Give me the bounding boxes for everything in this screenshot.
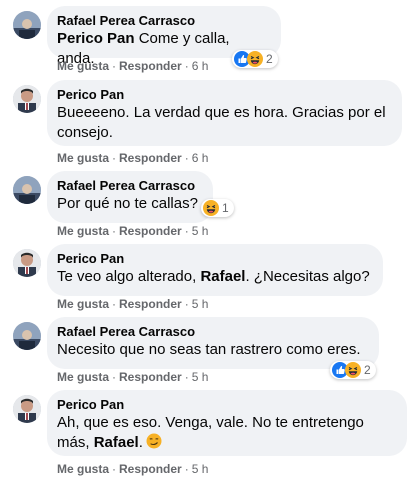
reactions-summary[interactable]: 2 — [232, 50, 278, 68]
mention-link[interactable]: Rafael — [94, 434, 139, 451]
like-button[interactable]: Me gusta — [57, 370, 109, 384]
comment-actions: Me gusta · Responder · 5 h — [57, 224, 209, 238]
haha-icon — [203, 200, 219, 216]
comment-timestamp[interactable]: 6 h — [192, 59, 209, 73]
comment-actions: Me gusta · Responder · 5 h — [57, 462, 209, 476]
comment-bubble: Perico Pan Te veo algo alterado, Rafael.… — [47, 244, 383, 296]
comment-timestamp[interactable]: 6 h — [192, 151, 209, 165]
comment-text: Te veo algo alterado, Rafael. ¿Necesitas… — [57, 268, 370, 285]
like-button[interactable]: Me gusta — [57, 59, 109, 73]
comment-author[interactable]: Rafael Perea Carrasco — [57, 13, 269, 29]
comment-author[interactable]: Perico Pan — [57, 251, 371, 267]
mention-link[interactable]: Perico Pan — [57, 30, 135, 47]
comment-bubble: Perico Pan Bueeeeno. La verdad que es ho… — [47, 80, 402, 146]
comment-timestamp[interactable]: 5 h — [192, 462, 209, 476]
haha-icon — [345, 362, 361, 378]
avatar[interactable] — [13, 176, 41, 204]
reaction-count: 2 — [364, 363, 371, 377]
reply-button[interactable]: Responder — [119, 151, 182, 165]
mention-link[interactable]: Rafael — [200, 268, 245, 285]
avatar[interactable] — [13, 85, 41, 113]
comment-text: Ah, que es eso. Venga, vale. No te entre… — [57, 414, 364, 431]
smirk-emoji-icon — [146, 433, 162, 449]
like-button[interactable]: Me gusta — [57, 462, 109, 476]
comment-actions: Me gusta · Responder · 5 h — [57, 297, 209, 311]
comment-bubble: Rafael Perea Carrasco Por qué no te call… — [47, 171, 213, 223]
avatar[interactable] — [13, 395, 41, 423]
like-button[interactable]: Me gusta — [57, 224, 109, 238]
comment-actions: Me gusta · Responder · 5 h — [57, 370, 209, 384]
comment-timestamp[interactable]: 5 h — [192, 297, 209, 311]
comment-text: más, Rafael. — [57, 433, 395, 453]
comment-author[interactable]: Perico Pan — [57, 87, 390, 103]
reply-button[interactable]: Responder — [119, 224, 182, 238]
avatar[interactable] — [13, 322, 41, 350]
comment-timestamp[interactable]: 5 h — [192, 370, 209, 384]
comment-text: Por qué no te callas? — [57, 195, 198, 212]
reply-button[interactable]: Responder — [119, 462, 182, 476]
comment-author[interactable]: Perico Pan — [57, 397, 395, 413]
avatar[interactable] — [13, 11, 41, 39]
reactions-summary[interactable]: 2 — [330, 361, 376, 379]
like-button[interactable]: Me gusta — [57, 297, 109, 311]
reply-button[interactable]: Responder — [119, 297, 182, 311]
comment-bubble: Rafael Perea Carrasco Necesito que no se… — [47, 317, 379, 369]
comment-author[interactable]: Rafael Perea Carrasco — [57, 178, 201, 194]
reaction-count: 2 — [266, 52, 273, 66]
comment-author[interactable]: Rafael Perea Carrasco — [57, 324, 367, 340]
reactions-summary[interactable]: 1 — [201, 199, 234, 217]
comment-actions: Me gusta · Responder · 6 h — [57, 59, 209, 73]
comment-text: Necesito que no seas tan rastrero como e… — [57, 341, 361, 358]
haha-icon — [247, 51, 263, 67]
reply-button[interactable]: Responder — [119, 59, 182, 73]
comment-actions: Me gusta · Responder · 6 h — [57, 151, 209, 165]
reaction-count: 1 — [222, 201, 229, 215]
comment-bubble: Perico Pan Ah, que es eso. Venga, vale. … — [47, 390, 407, 456]
comment-text: Bueeeeno. La verdad que es hora. Gracias… — [57, 104, 386, 121]
avatar[interactable] — [13, 249, 41, 277]
comment-timestamp[interactable]: 5 h — [192, 224, 209, 238]
comment-text: consejo. — [57, 124, 113, 141]
reply-button[interactable]: Responder — [119, 370, 182, 384]
like-button[interactable]: Me gusta — [57, 151, 109, 165]
